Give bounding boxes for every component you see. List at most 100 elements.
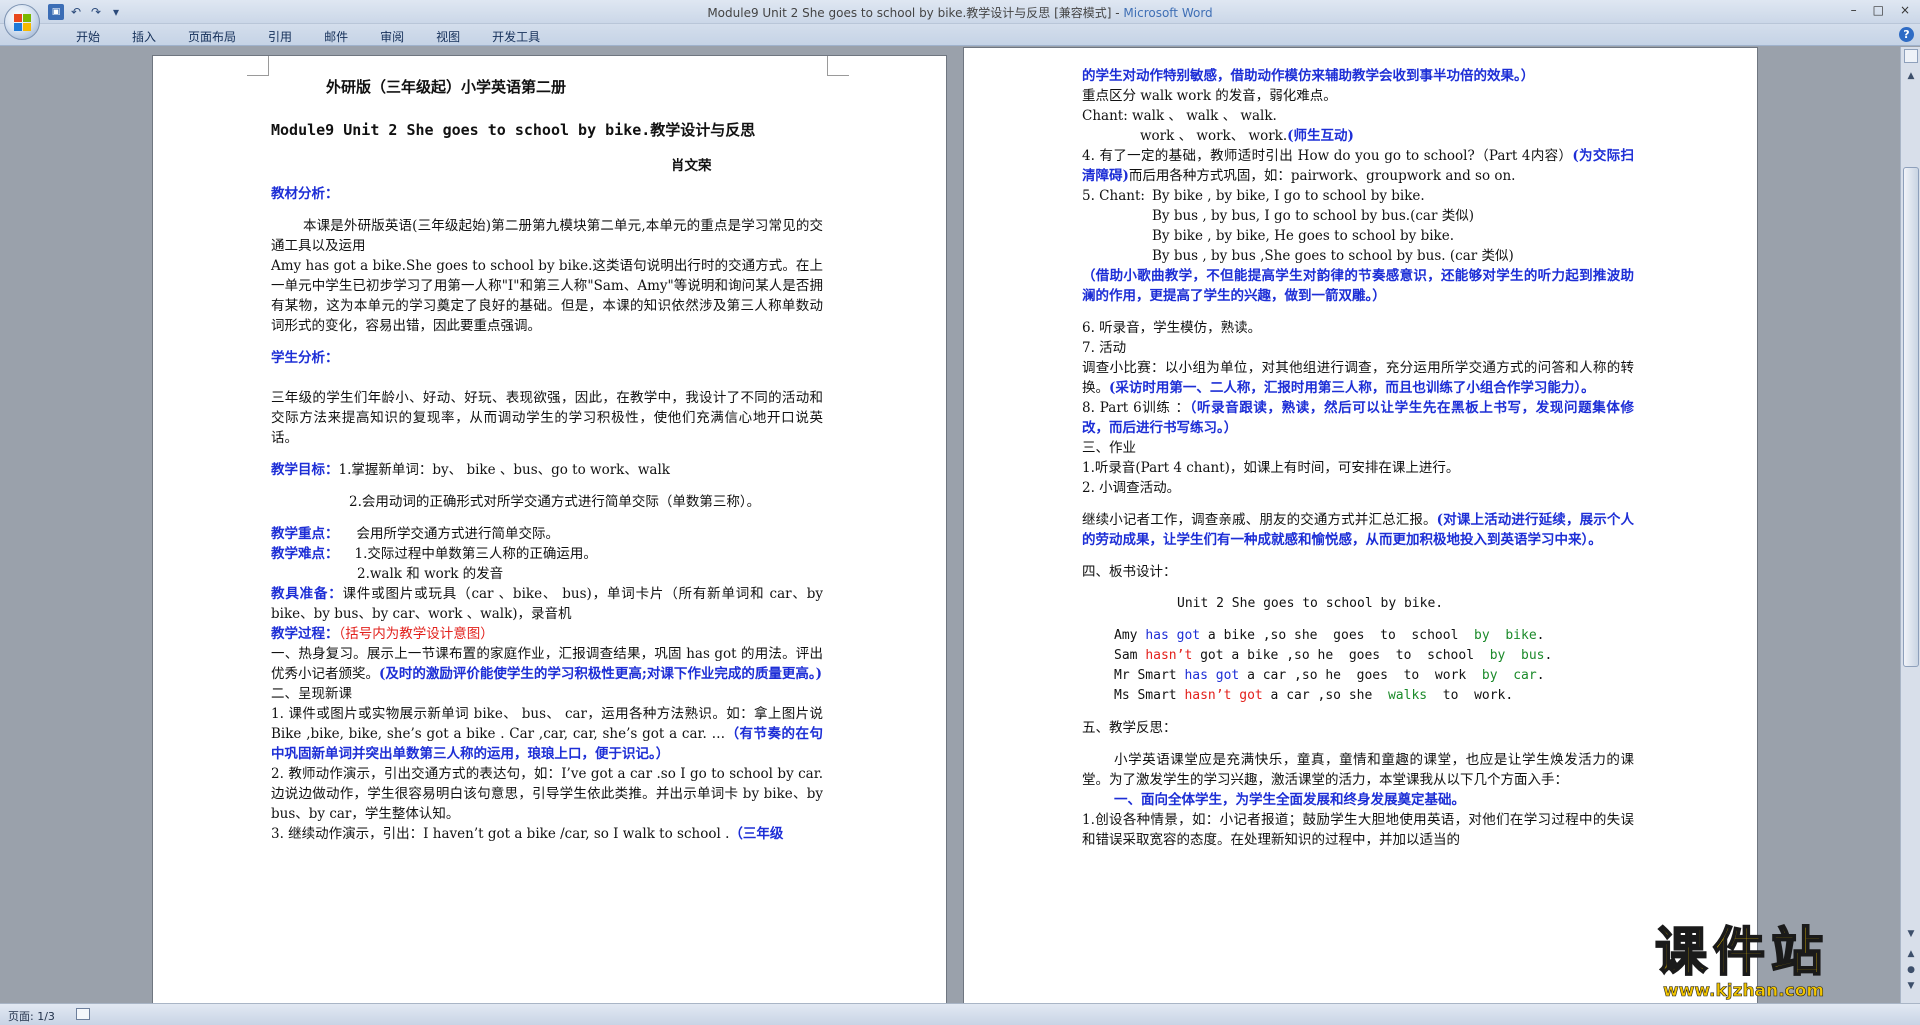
maximize-button[interactable]: □ bbox=[1873, 3, 1884, 17]
title-bar: ▣ ↶ ↷ ▾ Module9 Unit 2 She goes to schoo… bbox=[0, 0, 1920, 24]
board-row-segment: a bike ,so she goes to school bbox=[1200, 628, 1475, 643]
chant-1-line-1: Chant: walk 、 walk 、 walk. bbox=[1082, 108, 1277, 124]
board-row-segment: hasn’t got bbox=[1184, 688, 1263, 703]
chant-2-label: 5. Chant: bbox=[1082, 188, 1145, 204]
step-6: 6. 听录音，学生模仿，熟读。 bbox=[1082, 320, 1262, 336]
chant-2-line: By bike , by bike, I go to school by bik… bbox=[1152, 188, 1425, 204]
help-icon[interactable]: ? bbox=[1899, 27, 1914, 42]
homework-text: 继续小记者工作，调查亲戚、朋友的交通方式并汇总汇报。 bbox=[1082, 512, 1437, 528]
vertical-scrollbar[interactable]: ▲ ▼ ▲ ● ▼ bbox=[1900, 47, 1920, 1003]
tab-insert[interactable]: 插入 bbox=[116, 27, 172, 46]
document-workspace: 外研版（三年级起）小学英语第二册 Module9 Unit 2 She goes… bbox=[0, 47, 1900, 1003]
previous-page-icon[interactable]: ▲ bbox=[1904, 947, 1918, 961]
view-ruler-icon[interactable] bbox=[1904, 49, 1918, 63]
step-4-tail: 而后用各种方式巩固，如：pairwork、groupwork and so on… bbox=[1128, 168, 1516, 184]
board-row-segment: . bbox=[1544, 648, 1553, 663]
scroll-down-icon[interactable]: ▼ bbox=[1904, 927, 1918, 941]
board-heading: Unit 2 She goes to school by bike. bbox=[1177, 596, 1444, 611]
board-row: Amy has got a bike ,so she goes to schoo… bbox=[1114, 626, 1634, 646]
board-row-segment: Sam bbox=[1114, 648, 1146, 663]
homework-title: 三、作业 bbox=[1082, 440, 1136, 456]
tab-home[interactable]: 开始 bbox=[60, 27, 116, 46]
chant-2-line: By bus , by bus ,She goes to school by b… bbox=[1152, 248, 1514, 264]
doc-heading: 外研版（三年级起）小学英语第二册 bbox=[326, 78, 567, 96]
board-row-segment: a car ,so he goes to work bbox=[1239, 668, 1482, 683]
close-button[interactable]: × bbox=[1900, 3, 1910, 17]
board-row-segment: . bbox=[1536, 628, 1545, 643]
tab-mailings[interactable]: 邮件 bbox=[308, 27, 364, 46]
status-bar: 页面: 1/3 bbox=[0, 1003, 1920, 1025]
step-3-note: （三年级 bbox=[729, 826, 784, 842]
board-row: Mr Smart has got a car ,so he goes to wo… bbox=[1114, 666, 1634, 686]
goal-2: 2.会用动词的正确形式对所学交通方式进行简单交际（单数第三称）。 bbox=[349, 494, 761, 510]
step-7: 7. 活动 bbox=[1082, 340, 1127, 356]
document-page-1[interactable]: 外研版（三年级起）小学英语第二册 Module9 Unit 2 She goes… bbox=[152, 55, 947, 1003]
window-title: Module9 Unit 2 She goes to school by bik… bbox=[0, 4, 1920, 21]
key-points-text: 会用所学交通方式进行简单交际。 bbox=[356, 526, 560, 542]
scroll-up-icon[interactable]: ▲ bbox=[1904, 69, 1918, 83]
board-row-segment: Ms Smart bbox=[1114, 688, 1185, 703]
presentation-title: 二、呈现新课 bbox=[271, 686, 352, 702]
next-page-icon[interactable]: ▼ bbox=[1904, 979, 1918, 993]
process-note: （括号内为教学设计意图） bbox=[338, 626, 494, 642]
proofing-icon[interactable] bbox=[76, 1008, 90, 1020]
homework-2: 2. 小调查活动。 bbox=[1082, 480, 1181, 496]
step-8-text: 8. Part 6训练 ： bbox=[1082, 400, 1190, 416]
tab-page-layout[interactable]: 页面布局 bbox=[172, 27, 252, 46]
office-logo-icon bbox=[14, 14, 32, 32]
tab-review[interactable]: 审阅 bbox=[364, 27, 420, 46]
ribbon-tab-bar: 开始 插入 页面布局 引用 邮件 审阅 视图 开发工具 ? bbox=[0, 24, 1920, 46]
office-button[interactable] bbox=[4, 4, 40, 40]
section-heading-textbook: 教材分析： bbox=[271, 186, 339, 202]
section-heading-key-points: 教学重点： bbox=[271, 526, 339, 542]
chant-1-line-2: work 、 work、 work. bbox=[1140, 128, 1288, 144]
chant-1-note: (师生互动) bbox=[1287, 128, 1354, 144]
board-row-segment: walks bbox=[1387, 688, 1428, 703]
chant-2-note: （借助小歌曲教学，不但能提高学生对韵律的节奏感意识，还能够对学生的听力起到推波助… bbox=[1082, 268, 1634, 304]
warmup-note: (及时的激励评价能使学生的学习积极性更高;对课下作业完成的质量更高。) bbox=[379, 666, 823, 682]
board-row-segment: by car bbox=[1481, 668, 1537, 683]
chant-2-line: By bus , by bus, I go to school by bus.(… bbox=[1152, 208, 1474, 224]
reflection-text: 小学英语课堂应是充满快乐，童真，童情和童趣的课堂，也应是让学生焕发活力的课堂。为… bbox=[1082, 752, 1634, 788]
survey-note: (采访时用第一、二人称，汇报时用第三人称，而且也训练了小组合作学习能力）。 bbox=[1109, 380, 1595, 396]
tab-references[interactable]: 引用 bbox=[252, 27, 308, 46]
board-row-segment: a car ,so she bbox=[1262, 688, 1388, 703]
section-heading-goals: 教学目标： bbox=[271, 462, 339, 478]
paragraph-students: 三年级的学生们年龄小、好动、好玩、表现欲强，因此，在教学中，我设计了不同的活动和… bbox=[271, 390, 823, 446]
section-heading-students: 学生分析： bbox=[271, 350, 339, 366]
chant-2-line: By bike , by bike, He goes to school by … bbox=[1152, 228, 1455, 244]
section-heading-process: 教学过程： bbox=[271, 626, 339, 642]
watermark-title: 课件站 bbox=[1654, 923, 1830, 983]
margin-corner-mark bbox=[247, 56, 269, 76]
scrollbar-thumb[interactable] bbox=[1903, 167, 1919, 667]
board-row-segment: . bbox=[1536, 668, 1545, 683]
difficulty-1: 1.交际过程中单数第三人称的正确运用。 bbox=[354, 546, 597, 562]
select-browse-object-icon[interactable]: ● bbox=[1904, 963, 1918, 977]
reflection-point-1: 一、面向全体学生，为学生全面发展和终身发展奠定基础。 bbox=[1114, 792, 1465, 808]
tab-view[interactable]: 视图 bbox=[420, 27, 476, 46]
board-row-segment: Amy bbox=[1114, 628, 1146, 643]
page-counter[interactable]: 页面: 1/3 bbox=[8, 1008, 55, 1024]
board-row-segment: to work. bbox=[1427, 688, 1514, 703]
reflection-title: 五、教学反思： bbox=[1082, 720, 1177, 736]
carry-over-note: 的学生对动作特别敏感，借助动作模仿来辅助教学会收到事半功倍的效果。） bbox=[1082, 68, 1535, 84]
board-row-segment: hasn’t bbox=[1145, 648, 1193, 663]
board-row-segment: by bike bbox=[1474, 628, 1537, 643]
section-heading-difficulties: 教学难点： bbox=[271, 546, 339, 562]
difficulty-2: 2.walk 和 work 的发音 bbox=[357, 566, 504, 582]
tab-developer[interactable]: 开发工具 bbox=[476, 27, 556, 46]
chant-2-lines: By bike , by bike, I go to school by bik… bbox=[1152, 186, 1514, 266]
page-2-content: 的学生对动作特别敏感，借助动作模仿来辅助教学会收到事半功倍的效果。） 重点区分 … bbox=[1082, 66, 1634, 850]
homework-1: 1.听录音(Part 4 chant)，如课上有时间，可安排在课上进行。 bbox=[1082, 460, 1460, 476]
doc-author: 肖文荣 bbox=[671, 158, 712, 174]
doc-subtitle: Module9 Unit 2 She goes to school by bik… bbox=[271, 121, 756, 139]
watermark-url: www.kjzhan.com bbox=[1663, 981, 1825, 1002]
step-2-text: 2. 教师动作演示，引出交通方式的表达句，如：I’ve got a car .s… bbox=[271, 766, 823, 822]
document-page-2[interactable]: 的学生对动作特别敏感，借助动作模仿来辅助教学会收到事半功倍的效果。） 重点区分 … bbox=[963, 47, 1758, 1003]
board-row-segment: got a bike ,so he goes to school bbox=[1192, 648, 1490, 663]
step-3-text: 3. 继续动作演示，引出：I haven’t got a bike /car, … bbox=[271, 826, 730, 842]
goal-1: 1.掌握新单词：by、 bike 、bus、go to work、walk bbox=[338, 462, 670, 478]
minimize-button[interactable]: – bbox=[1851, 3, 1857, 17]
margin-corner-mark bbox=[827, 56, 849, 76]
document-name: Module9 Unit 2 She goes to school by bik… bbox=[707, 6, 1124, 20]
